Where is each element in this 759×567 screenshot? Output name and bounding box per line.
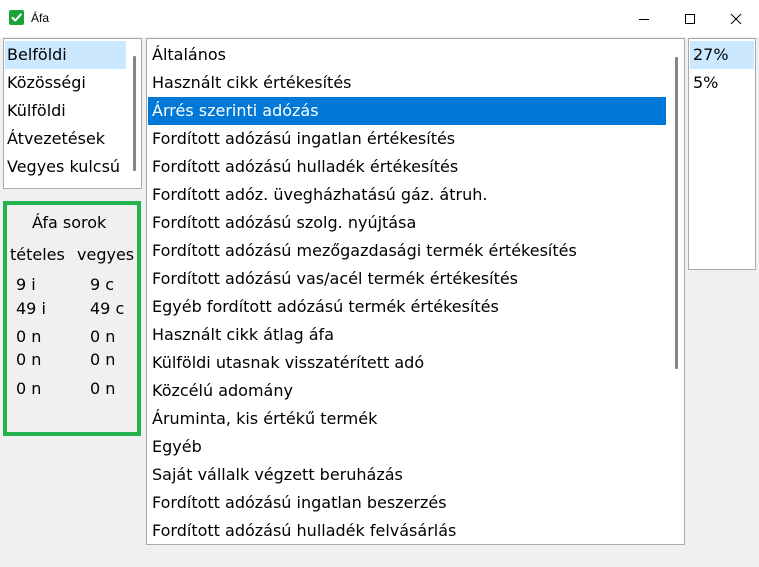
afa-type-item[interactable]: Fordított adózású hulladék értékesítés xyxy=(148,153,666,181)
category-item[interactable]: Belföldi xyxy=(5,41,126,69)
afa-rate-item[interactable]: 5% xyxy=(690,69,754,97)
afa-type-item[interactable]: Külföldi utasnak visszatérített adó xyxy=(148,349,666,377)
afa-rate-label: 5% xyxy=(693,73,719,92)
category-item-label: Közösségi xyxy=(7,73,86,92)
teteles-value: 0 n xyxy=(16,327,42,346)
afa-type-label: Fordított adózású ingatlan értékesítés xyxy=(152,129,456,148)
teteles-value: 0 n xyxy=(16,350,42,369)
afa-type-label: Saját vállalk végzett beruházás xyxy=(152,465,403,484)
afa-type-list[interactable]: Általános Használt cikk értékesítés Árré… xyxy=(146,38,685,545)
afa-type-label: Egyéb xyxy=(152,437,202,456)
teteles-header: tételes xyxy=(10,245,65,264)
afa-type-label: Fordított adóz. üvegházhatású gáz. átruh… xyxy=(152,185,488,204)
category-list[interactable]: Belföldi Közösségi Külföldi Átvezetések … xyxy=(3,38,142,189)
teteles-value: 9 i xyxy=(16,275,36,294)
vegyes-value: 9 c xyxy=(90,275,115,294)
teteles-value: 0 n xyxy=(16,379,42,398)
afa-type-label: Használt cikk értékesítés xyxy=(152,73,352,92)
afa-type-label: Használt cikk átlag áfa xyxy=(152,325,334,344)
afa-sorok-title: Áfa sorok xyxy=(32,213,107,232)
category-item[interactable]: Külföldi xyxy=(5,97,126,125)
afa-type-label: Árrés szerinti adózás xyxy=(152,101,319,120)
afa-type-item[interactable]: Árrés szerinti adózás xyxy=(148,97,666,125)
vegyes-header: vegyes xyxy=(77,245,135,264)
teteles-value: 49 i xyxy=(16,299,46,318)
category-item-label: Külföldi xyxy=(7,101,66,120)
afa-type-item[interactable]: Saját vállalk végzett beruházás xyxy=(148,461,666,489)
afa-type-item[interactable]: Fordított adózású ingatlan értékesítés xyxy=(148,125,666,153)
afa-type-item[interactable]: Fordított adóz. üvegházhatású gáz. átruh… xyxy=(148,181,666,209)
afa-type-label: Fordított adózású szolg. nyújtása xyxy=(152,213,417,232)
close-button[interactable] xyxy=(713,0,759,37)
afa-type-item[interactable]: Közcélú adomány xyxy=(148,377,666,405)
category-item[interactable]: Vegyes kulcsú xyxy=(5,153,126,181)
category-item-label: Belföldi xyxy=(7,45,67,64)
maximize-icon xyxy=(685,13,695,24)
minimize-icon xyxy=(639,18,649,20)
afa-rate-item[interactable]: 27% xyxy=(690,41,754,69)
category-item-label: Vegyes kulcsú xyxy=(7,157,121,176)
afa-type-label: Külföldi utasnak visszatérített adó xyxy=(152,353,425,372)
afa-type-item[interactable]: Egyéb xyxy=(148,433,666,461)
vegyes-value: 0 n xyxy=(90,350,116,369)
vegyes-value: 0 n xyxy=(90,327,116,346)
title-bar[interactable]: Áfa xyxy=(0,0,759,37)
afa-type-label: Egyéb fordított adózású termék értékesít… xyxy=(152,297,499,316)
minimize-button[interactable] xyxy=(621,0,667,37)
afa-type-label: Fordított adózású mezőgazdasági termék é… xyxy=(152,241,577,260)
afa-type-item[interactable]: Egyéb fordított adózású termék értékesít… xyxy=(148,293,666,321)
afa-rate-label: 27% xyxy=(693,45,729,64)
afa-type-item[interactable]: Fordított adózású mezőgazdasági termék é… xyxy=(148,237,666,265)
afa-type-item[interactable]: Fordított adózású ingatlan beszerzés xyxy=(148,489,666,517)
afa-type-item[interactable]: Általános xyxy=(148,41,666,69)
category-item-label: Átvezetések xyxy=(7,129,106,148)
maximize-button[interactable] xyxy=(667,0,713,37)
afa-type-label: Fordított adózású vas/acél termék értéke… xyxy=(152,269,519,288)
close-icon xyxy=(730,13,742,24)
vegyes-value: 49 c xyxy=(90,299,125,318)
afa-type-item[interactable]: Fordított adózású hulladék felvásárlás xyxy=(148,517,666,544)
category-item[interactable]: Átvezetések xyxy=(5,125,126,153)
app-check-icon xyxy=(9,10,24,25)
window-title: Áfa xyxy=(31,11,50,25)
afa-type-item[interactable]: Használt cikk átlag áfa xyxy=(148,321,666,349)
afa-type-item[interactable]: Áruminta, kis értékű termék xyxy=(148,405,666,433)
category-scrollbar[interactable] xyxy=(133,56,136,171)
afa-type-label: Általános xyxy=(152,45,226,64)
afa-type-scrollbar[interactable] xyxy=(675,57,678,369)
afa-type-label: Áruminta, kis értékű termék xyxy=(152,409,378,428)
afa-type-item[interactable]: Fordított adózású vas/acél termék értéke… xyxy=(148,265,666,293)
afa-type-item[interactable]: Fordított adózású szolg. nyújtása xyxy=(148,209,666,237)
afa-type-label: Fordított adózású ingatlan beszerzés xyxy=(152,493,447,512)
category-item[interactable]: Közösségi xyxy=(5,69,126,97)
afa-type-label: Fordított adózású hulladék felvásárlás xyxy=(152,521,457,540)
vegyes-value: 0 n xyxy=(90,379,116,398)
afa-rate-list[interactable]: 27% 5% xyxy=(688,38,756,270)
afa-sorok-panel: Áfa sorok tételes vegyes 9 i 9 c 49 i 49… xyxy=(3,201,141,436)
afa-type-item[interactable]: Használt cikk értékesítés xyxy=(148,69,666,97)
afa-type-label: Fordított adózású hulladék értékesítés xyxy=(152,157,459,176)
afa-type-label: Közcélú adomány xyxy=(152,381,293,400)
